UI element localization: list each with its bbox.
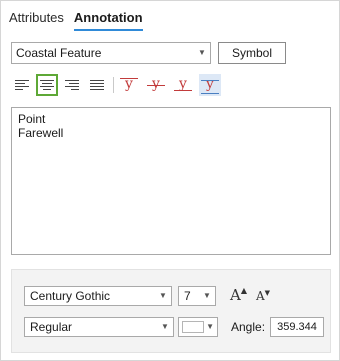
symbol-button[interactable]: Symbol <box>218 42 286 64</box>
vertical-align-center-button[interactable]: y <box>145 74 167 96</box>
bottom-line <box>201 93 219 94</box>
font-color-picker[interactable]: ▼ <box>178 317 218 337</box>
font-size-dropdown[interactable]: 7 ▼ <box>178 286 216 306</box>
font-size-value: 7 <box>184 289 191 303</box>
y-glyph: y <box>152 76 160 92</box>
font-family-value: Century Gothic <box>30 289 111 303</box>
font-panel: Century Gothic ▼ 7 ▼ A▲ A▼ Regular ▼ ▼ A… <box>11 269 331 353</box>
tab-bar: Attributes Annotation <box>9 9 143 31</box>
decrease-glyph: A <box>256 289 265 303</box>
align-right-button[interactable] <box>61 74 83 96</box>
align-center-icon <box>40 78 54 92</box>
feature-class-dropdown[interactable]: Coastal Feature ▼ <box>11 42 211 64</box>
align-right-icon <box>65 78 79 92</box>
align-left-icon <box>15 78 29 92</box>
feature-class-value: Coastal Feature <box>16 46 102 60</box>
increase-glyph: A <box>230 286 241 304</box>
text-line-1: Point <box>18 112 46 126</box>
align-center-button[interactable] <box>36 74 58 96</box>
justify-icon <box>90 78 104 92</box>
text-line-2: Farewell <box>18 126 64 140</box>
angle-input[interactable]: 359.344 <box>270 317 324 337</box>
justify-button[interactable] <box>86 74 108 96</box>
font-style-value: Regular <box>30 320 73 334</box>
chevron-down-icon: ▼ <box>159 291 167 300</box>
chevron-down-icon: ▼ <box>198 48 206 57</box>
toolbar-divider <box>113 77 114 93</box>
vertical-align-top-button[interactable]: y <box>118 74 140 96</box>
text-toolbar: y y y y <box>11 74 226 96</box>
align-left-button[interactable] <box>11 74 33 96</box>
tab-annotation[interactable]: Annotation <box>73 9 143 31</box>
chevron-down-icon: ▼ <box>203 291 211 300</box>
top-line <box>120 78 138 79</box>
up-arrow: ▲ <box>240 286 247 295</box>
top-guide-line <box>201 80 219 81</box>
chevron-down-icon: ▼ <box>161 322 169 331</box>
baseline-line <box>174 90 192 91</box>
y-glyph: y <box>206 76 214 92</box>
down-arrow: ▼ <box>264 289 271 297</box>
font-style-dropdown[interactable]: Regular ▼ <box>24 317 174 337</box>
annotation-text-input[interactable]: Point Farewell <box>11 107 331 255</box>
tab-attributes[interactable]: Attributes <box>9 9 64 31</box>
chevron-down-icon: ▼ <box>206 322 214 331</box>
angle-label: Angle: <box>231 320 266 334</box>
center-line <box>147 85 165 86</box>
vertical-align-bottom-button[interactable]: y <box>199 74 221 96</box>
color-swatch-box <box>182 321 204 333</box>
font-family-dropdown[interactable]: Century Gothic ▼ <box>24 286 172 306</box>
increase-font-size-icon[interactable]: A▲ <box>230 286 247 304</box>
annotation-pane: Attributes Annotation Coastal Feature ▼ … <box>0 0 340 361</box>
vertical-align-baseline-button[interactable]: y <box>172 74 194 96</box>
decrease-font-size-icon[interactable]: A▼ <box>256 289 270 303</box>
